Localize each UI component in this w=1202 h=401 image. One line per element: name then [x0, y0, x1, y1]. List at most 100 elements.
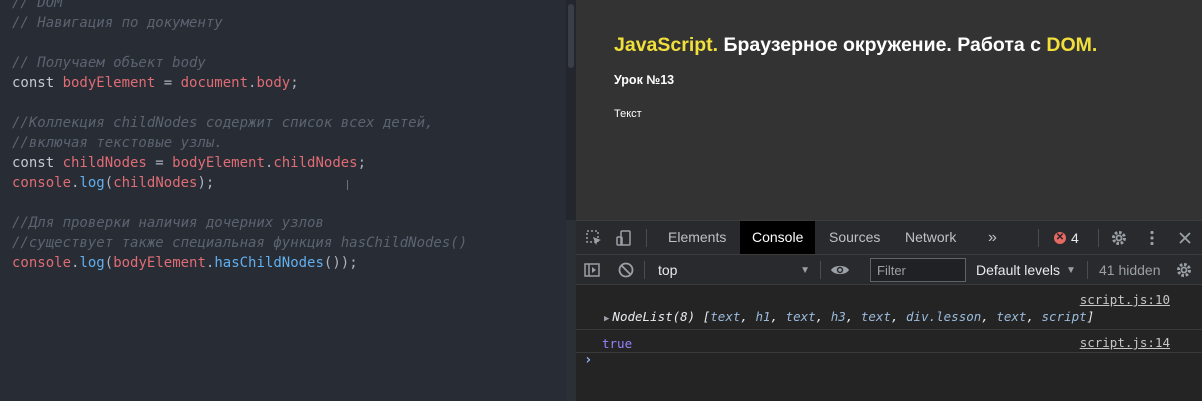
code-token: childNodes — [273, 155, 358, 171]
code-line[interactable]: // Получаем объект body — [12, 53, 467, 73]
code-token: bodyElement — [62, 75, 156, 91]
console-settings-gear-icon[interactable] — [1174, 260, 1194, 280]
code-token: //Коллекция childNodes содержит список в… — [12, 115, 434, 131]
tab-network[interactable]: Network — [893, 221, 968, 254]
code-line[interactable]: const childNodes = bodyElement.childNode… — [12, 153, 467, 173]
code-line[interactable]: // Навигация по документу — [12, 13, 467, 33]
code-token: log — [79, 255, 105, 271]
code-editor[interactable]: // DOM // Навигация по документу // Получ… — [0, 0, 566, 401]
context-selector[interactable]: top ▼ — [646, 259, 814, 281]
clear-console-icon[interactable] — [616, 260, 636, 280]
heading-js: JavaScript. — [614, 34, 719, 56]
code-token: //включая текстовые узлы. — [12, 135, 223, 151]
more-options-icon[interactable] — [1142, 228, 1162, 248]
code-line[interactable]: console.log(childNodes); — [12, 173, 467, 193]
nodelist-item[interactable]: text — [861, 309, 891, 324]
nodelist-item[interactable]: script — [1042, 309, 1087, 324]
nodelist-object[interactable]: ▶ NodeList(8) [text, h1, text, h3, text, … — [604, 309, 1094, 324]
source-link[interactable]: script.js:10 — [1080, 292, 1170, 307]
code-line[interactable]: console.log(bodyElement.hasChildNodes())… — [12, 253, 467, 273]
code-line[interactable] — [12, 93, 467, 113]
code-lines[interactable]: // DOM // Навигация по документу // Получ… — [12, 0, 467, 273]
scrollbar-thumb[interactable] — [568, 4, 574, 68]
heading-middle: Браузерное окружение. Работа с — [718, 34, 1047, 56]
code-line[interactable]: //существует также специальная функция h… — [12, 233, 467, 253]
tab-sources[interactable]: Sources — [817, 221, 892, 254]
code-token: ()); — [323, 255, 358, 271]
error-count: 4 — [1071, 230, 1079, 246]
nodelist-item[interactable]: text — [996, 309, 1026, 324]
page-preview: JavaScript. Браузерное окружение. Работа… — [576, 0, 1202, 220]
more-tabs-icon[interactable]: » — [976, 221, 1009, 254]
code-token: // DOM — [12, 0, 63, 11]
code-line[interactable]: const bodyElement = document.body; — [12, 73, 467, 93]
code-token: //существует также специальная функция h… — [12, 235, 468, 251]
nodelist-item[interactable]: h3 — [831, 309, 846, 324]
code-line[interactable] — [12, 33, 467, 53]
console-message[interactable]: true script.js:14 — [576, 330, 1202, 353]
console-value: true — [602, 336, 633, 351]
editor-scrollbar[interactable] — [566, 0, 576, 220]
divider — [644, 261, 645, 279]
heading-dom: DOM. — [1046, 34, 1098, 56]
code-token: = — [146, 155, 173, 171]
code-token: const — [12, 75, 63, 91]
code-line[interactable]: //включая текстовые узлы. — [12, 133, 467, 153]
code-token: ( — [104, 175, 114, 191]
divider — [1098, 229, 1099, 247]
code-token: hasChildNodes — [214, 255, 324, 271]
dropdown-arrow-icon: ▼ — [800, 264, 810, 276]
source-link[interactable]: script.js:14 — [1080, 335, 1170, 350]
filter-input[interactable] — [870, 258, 966, 282]
tab-console[interactable]: Console — [740, 221, 816, 254]
settings-gear-icon[interactable] — [1109, 228, 1129, 248]
console-message[interactable]: script.js:10 ▶ NodeList(8) [text, h1, tex… — [576, 286, 1202, 330]
code-token: document — [180, 75, 249, 91]
code-token: console — [12, 255, 72, 271]
code-token: // Получаем объект body — [12, 55, 206, 71]
code-token: ; — [290, 75, 299, 91]
code-token: body — [256, 75, 291, 91]
device-toolbar-icon[interactable] — [614, 228, 634, 248]
devtools-tabbar: Elements Console Sources Network » ✕ 4 — [576, 221, 1202, 255]
devtools-panel: Elements Console Sources Network » ✕ 4 t… — [576, 220, 1202, 401]
page-text: Текст — [614, 108, 642, 120]
nodelist-item[interactable]: div.lesson — [906, 309, 981, 324]
divider — [1038, 229, 1039, 247]
live-expression-eye-icon[interactable] — [830, 260, 850, 280]
code-line[interactable]: // DOM — [12, 0, 467, 13]
error-count-badge[interactable]: ✕ 4 — [1054, 229, 1079, 247]
code-token: ); — [197, 175, 215, 191]
nodelist-items: text, h1, text, h3, text, div.lesson, te… — [710, 309, 1087, 324]
nodelist-item[interactable]: h1 — [755, 309, 770, 324]
dropdown-arrow-icon: ▼ — [1066, 264, 1076, 276]
nodelist-item[interactable]: text — [786, 309, 816, 324]
code-token: ; — [357, 155, 367, 171]
console-prompt-icon[interactable]: › — [584, 352, 592, 368]
code-token: bodyElement — [113, 255, 206, 271]
code-line[interactable]: //Для проверки наличия дочерних узлов — [12, 213, 467, 233]
code-line[interactable] — [12, 193, 467, 213]
code-token: const — [12, 155, 63, 171]
nodelist-item[interactable]: text — [710, 309, 740, 324]
code-token: childNodes — [62, 155, 147, 171]
code-token: log — [79, 175, 105, 191]
log-levels-dropdown[interactable]: Default levels ▼ — [976, 260, 1076, 280]
code-line[interactable]: //Коллекция childNodes содержит список в… — [12, 113, 467, 133]
inspect-element-icon[interactable] — [584, 228, 604, 248]
console-output[interactable]: script.js:10 ▶ NodeList(8) [text, h1, tex… — [576, 286, 1202, 401]
console-toolbar: top ▼ Default levels ▼ 41 hidden — [576, 255, 1202, 285]
page-heading: JavaScript. Браузерное окружение. Работа… — [614, 34, 1097, 57]
context-value: top — [658, 262, 678, 278]
show-sidebar-icon[interactable] — [582, 260, 602, 280]
code-token: console — [12, 175, 72, 191]
code-token: //Для проверки наличия дочерних узлов — [12, 215, 324, 231]
code-token: // Навигация по документу — [12, 15, 223, 31]
close-icon[interactable] — [1175, 228, 1195, 248]
hidden-count[interactable]: 41 hidden — [1099, 260, 1161, 280]
nodelist-label: NodeList(8) [ — [612, 309, 711, 324]
nodelist-close: ] — [1086, 309, 1095, 324]
code-token: bodyElement — [172, 155, 265, 171]
tab-elements[interactable]: Elements — [656, 221, 738, 254]
expand-triangle-icon[interactable]: ▶ — [604, 314, 609, 324]
